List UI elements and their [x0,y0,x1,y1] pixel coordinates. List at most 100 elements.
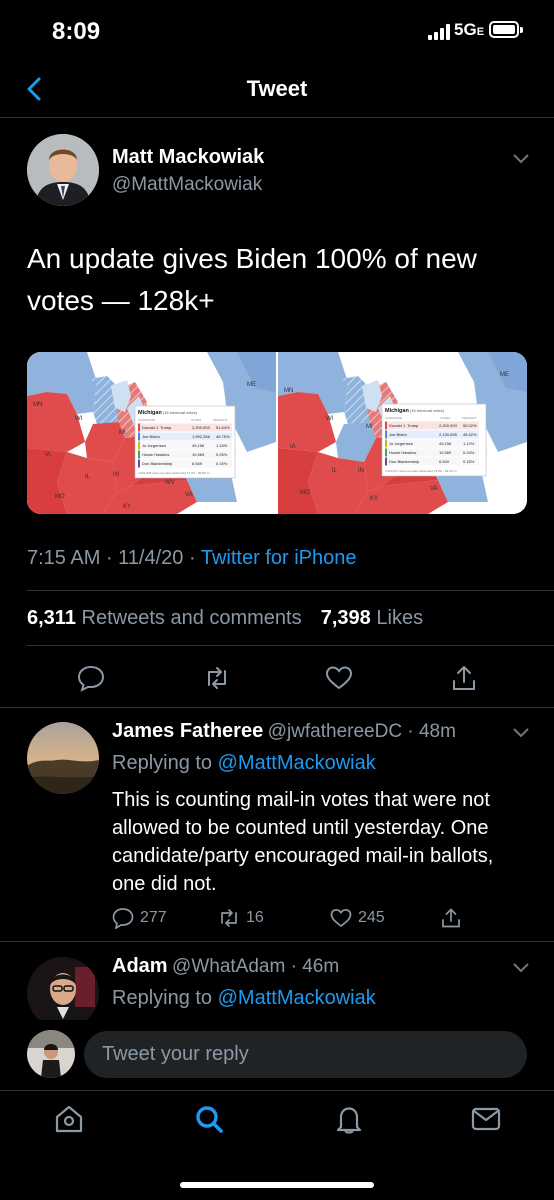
candidate-percent: 1.12% [463,441,475,446]
retweet-icon[interactable] [203,664,231,692]
candidate-row: Donald J. Trump 2,200,903 51.64% [138,423,232,432]
reply-author-name[interactable]: Adam [112,955,168,977]
svg-text:WI: WI [326,416,334,422]
reply-comment-action[interactable]: 277 [112,906,167,930]
svg-text:4,261,878 votes counted. Estim: 4,261,878 votes counted. Estimated 77.3%… [138,471,210,475]
candidate-row: Howie Hawkins 10,569 0.24% [385,448,479,457]
svg-text:ME: ME [247,382,256,388]
retweet-label[interactable]: Retweets and comments [82,607,302,629]
home-icon[interactable] [53,1103,85,1135]
election-maps-image: MN WI MI IA IL IN MO KY WV VA ME Michiga… [27,352,527,514]
candidate-percent: 0.15% [463,459,475,464]
tweet-meta: 7:15 AM · 11/4/20 · Twitter for iPhone [27,547,357,569]
tweet-date: 11/4/20 [118,547,184,569]
retweet-count[interactable]: 6,311 [27,607,76,629]
reply-avatar[interactable] [27,957,99,1029]
svg-text:MO: MO [300,490,310,496]
author-handle[interactable]: @MattMackowiak [112,174,262,196]
reply-icon [112,908,134,929]
reply-icon[interactable] [77,664,105,692]
candidate-percent: 0.24% [463,450,475,455]
svg-text:IL: IL [85,474,91,480]
reply-header: Adam @WhatAdam · 46m [112,955,340,977]
candidate-votes: 2,130,695 [439,432,458,437]
avatar[interactable] [27,134,99,206]
candidate-row: Joe Biden 1,992,356 46.75% [138,432,232,441]
tweet-source-link[interactable]: Twitter for iPhone [201,547,357,569]
svg-text:MI: MI [366,424,373,430]
candidate-row: Donald J. Trump 2,200,903 50.02% [385,421,479,430]
candidate-votes: 2,200,903 [439,423,458,428]
map-panel-left: MN WI MI IA IL IN MO KY WV VA ME Michiga… [27,352,276,514]
signal-icon [428,22,452,40]
svg-text:(16 electoral votes): (16 electoral votes) [163,410,198,415]
like-label[interactable]: Likes [376,607,423,629]
reply-avatar[interactable] [27,722,99,794]
reply-comment-count: 277 [140,909,167,926]
candidate-votes: 10,569 [439,450,452,455]
candidate-name: Jo Jorgensen [142,443,166,448]
reply-retweet-action[interactable]: 16 [218,906,264,930]
counts-divider [27,645,554,646]
candidate-percent: 51.64% [216,425,230,430]
svg-text:(16 electoral votes): (16 electoral votes) [410,408,445,413]
candidate-percent: 1.15% [216,443,228,448]
reply-time: 46m [302,956,340,977]
reply-like-action[interactable]: 245 [330,906,385,930]
candidate-votes: 6,549 [439,459,450,464]
reply-author-handle[interactable]: @jwfathereeDC [268,721,402,742]
messages-icon[interactable] [470,1103,502,1135]
search-icon[interactable] [193,1103,225,1135]
status-time: 8:09 [52,18,101,45]
candidate-name: Joe Biden [389,432,407,437]
svg-text:IA: IA [45,452,51,458]
reply-retweet-count: 16 [246,909,264,926]
candidate-percent: 50.02% [463,423,477,428]
tweet-media[interactable]: MN WI MI IA IL IN MO KY WV VA ME Michiga… [27,352,527,514]
battery-cap [520,27,523,33]
svg-text:CANDIDATE: CANDIDATE [138,418,155,422]
network-indicator: 5GE [454,20,485,39]
meta-divider [27,590,554,591]
reply-time: 48m [418,721,456,742]
candidate-row: Jo Jorgensen 49,156 1.12% [385,439,479,448]
retweet-icon [221,909,237,927]
engagement-counts: 6,311 Retweets and comments 7,398 Likes [27,607,423,630]
svg-text:MI: MI [119,430,126,436]
notifications-icon[interactable] [333,1103,365,1135]
svg-text:MO: MO [55,494,65,500]
reply-input-placeholder: Tweet your reply [102,1043,249,1065]
reply-share-action[interactable] [440,906,462,930]
tabbar-divider [0,1090,554,1091]
header-divider [0,117,554,118]
like-icon[interactable] [325,664,353,692]
replying-to-link[interactable]: @MattMackowiak [218,752,376,774]
tweet-time: 7:15 AM [27,547,101,569]
chevron-down-icon[interactable] [511,726,531,740]
candidate-votes: 2,200,903 [192,425,211,430]
svg-text:Michigan: Michigan [385,408,409,414]
my-avatar[interactable] [27,1030,75,1078]
svg-text:VOTES: VOTES [440,416,450,420]
svg-text:Michigan: Michigan [138,410,162,416]
candidate-name: Howie Hawkins [142,452,169,457]
chevron-down-icon[interactable] [511,152,531,166]
svg-text:PERCENT: PERCENT [462,416,477,420]
share-icon [442,908,460,928]
reply-author-name[interactable]: James Fatheree [112,720,263,742]
candidate-name: Jo Jorgensen [389,441,413,446]
candidate-name: Donald J. Trump [389,423,419,428]
replying-to-link[interactable]: @MattMackowiak [218,987,376,1009]
candidate-percent: 46.75% [216,434,230,439]
chevron-down-icon[interactable] [511,961,531,975]
candidate-name: Don Blankenship [389,459,420,464]
candidate-row: Don Blankenship 6,549 0.15% [385,457,479,466]
candidate-row: Howie Hawkins 10,569 0.25% [138,450,232,459]
like-count[interactable]: 7,398 [321,607,371,629]
tweet-text: An update gives Biden 100% of new votes … [27,243,477,316]
share-icon[interactable] [450,664,478,692]
candidate-percent: 0.25% [216,452,228,457]
reply-author-handle[interactable]: @WhatAdam [172,956,285,977]
author-name[interactable]: Matt Mackowiak [112,146,264,169]
candidate-name: Howie Hawkins [389,450,416,455]
